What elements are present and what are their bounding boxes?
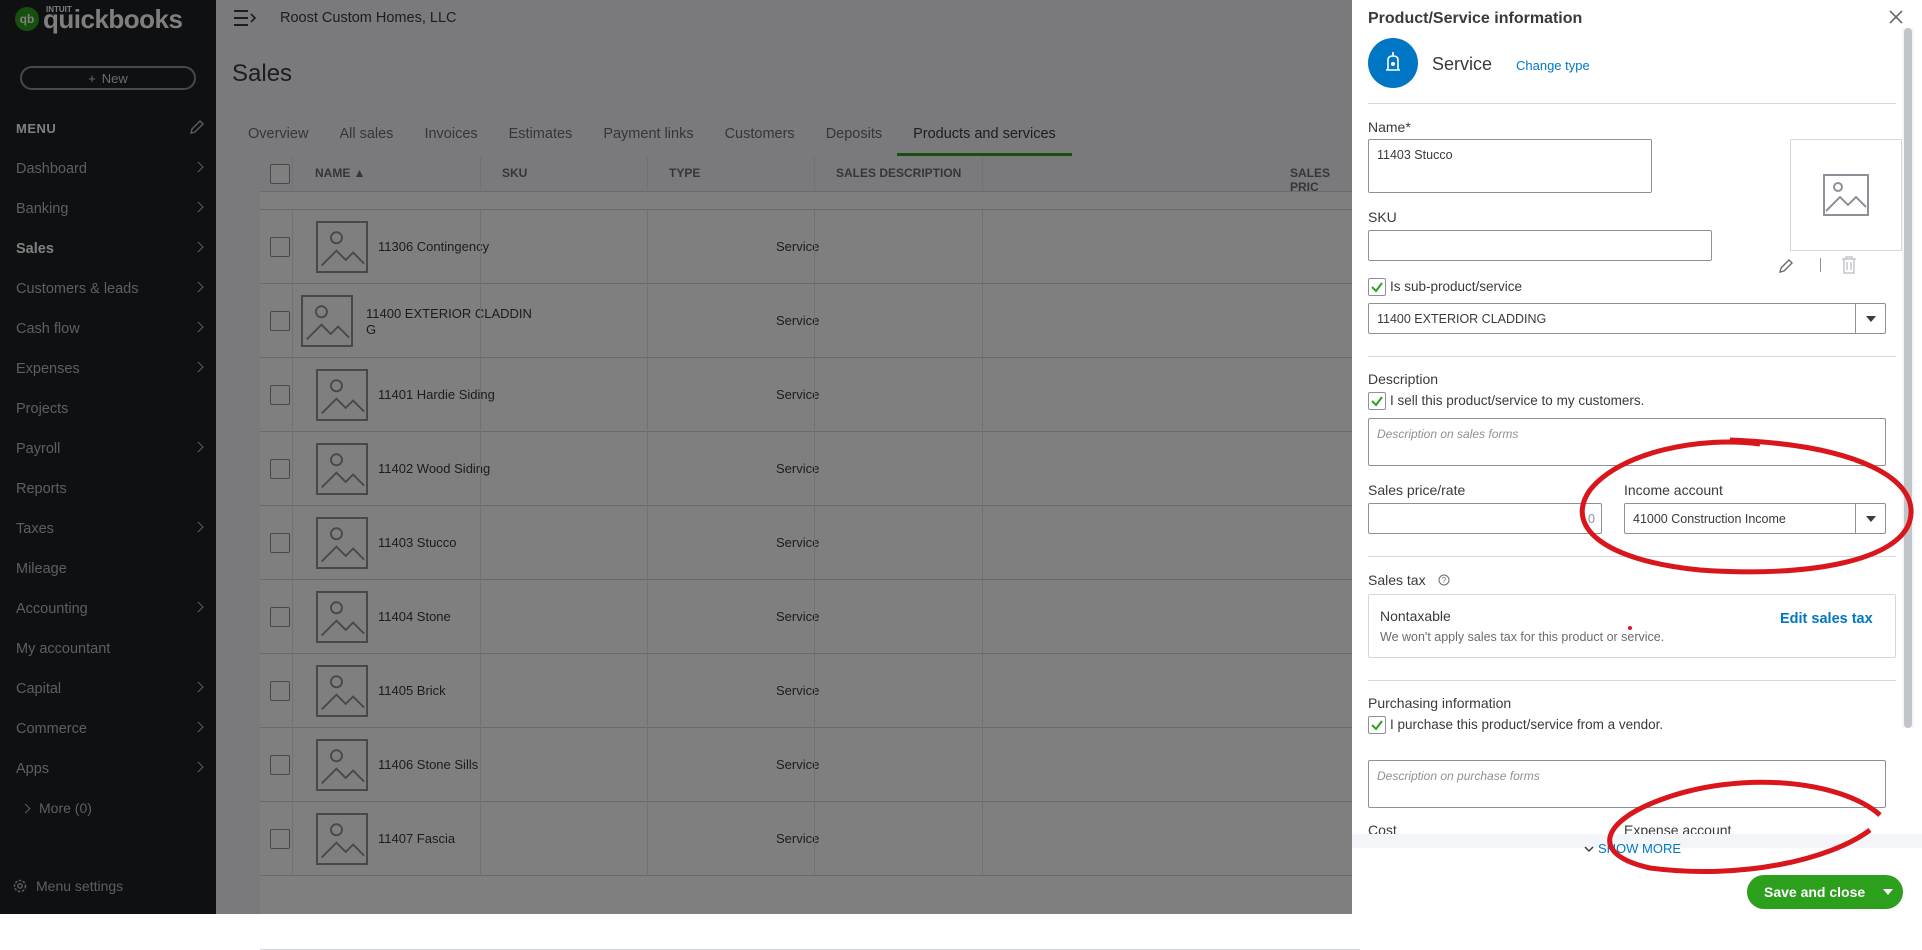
service-type-icon — [1368, 38, 1418, 88]
sub-product-label: Is sub-product/service — [1390, 279, 1523, 294]
scrollbar-thumb[interactable] — [1904, 28, 1912, 728]
purchase-description-field[interactable]: Description on purchase forms — [1368, 760, 1886, 808]
purchase-desc-placeholder: Description on purchase forms — [1377, 769, 1540, 783]
income-account-value: 41000 Construction Income — [1633, 512, 1786, 526]
edit-sales-tax-link[interactable]: Edit sales tax — [1780, 611, 1873, 627]
purchase-checkbox[interactable] — [1368, 716, 1386, 734]
tax-status: Nontaxable — [1380, 608, 1451, 624]
image-actions-divider — [1820, 258, 1821, 272]
sub-product-checkbox[interactable] — [1368, 278, 1386, 296]
sales-price-field[interactable]: 0 — [1368, 503, 1602, 534]
chevron-down-icon — [1584, 845, 1594, 852]
change-type-link[interactable]: Change type — [1516, 58, 1590, 73]
tax-note: We won't apply sales tax for this produc… — [1380, 630, 1665, 644]
sales-tax-label: Sales tax — [1368, 572, 1426, 588]
product-service-panel: Product/Service information Service Chan… — [1352, 0, 1922, 914]
save-options-dropdown[interactable] — [1873, 875, 1903, 909]
sales-description-field[interactable]: Description on sales forms — [1368, 418, 1886, 466]
chevron-down-icon — [1883, 889, 1893, 895]
edit-image-pencil-icon[interactable] — [1778, 258, 1794, 274]
income-account-label: Income account — [1624, 482, 1723, 498]
description-label: Description — [1368, 371, 1439, 387]
name-value: 11403 Stucco — [1377, 148, 1453, 162]
income-account-select[interactable]: 41000 Construction Income — [1624, 503, 1886, 534]
chevron-down-icon — [1855, 504, 1885, 533]
save-and-close-button[interactable]: Save and close — [1747, 875, 1903, 909]
close-icon[interactable] — [1888, 9, 1904, 25]
show-more-label: SHOW MORE — [1598, 841, 1682, 856]
save-close-label: Save and close — [1764, 884, 1866, 900]
chevron-down-icon — [1855, 304, 1885, 333]
svg-text:?: ? — [1442, 576, 1447, 585]
panel-title: Product/Service information — [1368, 10, 1583, 27]
bell-hand-icon — [1386, 52, 1400, 71]
sell-checkbox[interactable] — [1368, 392, 1386, 410]
purchase-label: I purchase this product/service from a v… — [1390, 717, 1664, 732]
purchasing-label: Purchasing information — [1368, 695, 1512, 711]
sales-price-fragment: 0 — [1588, 512, 1595, 526]
modal-overlay[interactable] — [0, 0, 1352, 914]
parent-product-select[interactable]: 11400 EXTERIOR CLADDING — [1368, 303, 1886, 334]
panel-scrollbar[interactable] — [1902, 28, 1914, 728]
type-label: Service — [1432, 54, 1493, 74]
product-image-box[interactable] — [1790, 139, 1902, 251]
name-label: Name* — [1368, 119, 1411, 135]
sales-desc-placeholder: Description on sales forms — [1377, 427, 1519, 441]
sku-field[interactable] — [1368, 230, 1712, 261]
sku-label: SKU — [1368, 209, 1397, 225]
help-icon[interactable]: ? — [1438, 574, 1450, 586]
sell-label: I sell this product/service to my custom… — [1390, 393, 1645, 408]
image-placeholder-icon — [1823, 174, 1869, 216]
parent-value: 11400 EXTERIOR CLADDING — [1377, 312, 1547, 326]
trash-icon[interactable] — [1841, 256, 1857, 274]
show-more-link[interactable]: SHOW MORE — [1584, 841, 1681, 856]
name-field[interactable]: 11403 Stucco — [1368, 139, 1652, 193]
sales-price-label: Sales price/rate — [1368, 482, 1466, 498]
